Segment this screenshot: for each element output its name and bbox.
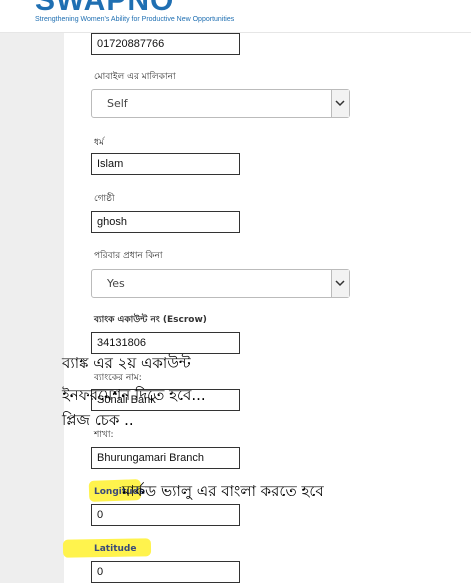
app-header: SWAPNO Strengthening Women's Ability for… (0, 0, 471, 33)
logo-tagline: Strengthening Women's Ability for Produc… (35, 16, 235, 23)
latitude-field[interactable] (91, 561, 240, 583)
review-note-line-3: প্লিজ চেক .. (62, 411, 134, 429)
household-head-value: Yes (107, 277, 125, 290)
chevron-down-icon[interactable] (331, 90, 349, 117)
longitude-field[interactable] (91, 504, 240, 526)
mobile-owner-label: মোবাইল এর মালিকানা (94, 72, 176, 82)
mobile-owner-value: Self (107, 97, 128, 110)
bank-account-field[interactable] (91, 332, 240, 354)
left-sidebar (0, 33, 64, 583)
review-note-line-2: ইনফরমেশন দিতে হবে... (62, 386, 206, 404)
clan-label: গোষ্ঠী (94, 194, 115, 204)
branch-field[interactable] (91, 447, 240, 469)
household-head-select[interactable]: Yes (91, 269, 350, 298)
chevron-down-icon[interactable] (331, 270, 349, 297)
latitude-label: Latitude (94, 544, 137, 554)
household-head-label: পরিবার প্রধান কিনা (94, 251, 163, 261)
religion-field[interactable] (91, 153, 240, 175)
review-note-line-1: ব্যাঙ্ক এর ২য় একাউন্ট (62, 354, 191, 372)
clan-field[interactable] (91, 211, 240, 233)
review-note-translation: মার্কড ভ্যালু এর বাংলা করতে হবে (122, 482, 324, 500)
mobile-owner-select[interactable]: Self (91, 89, 350, 118)
bank-account-label: ব্যাংক একাউন্ট নং (Escrow) (94, 315, 207, 325)
mobile-number-field[interactable] (91, 33, 240, 55)
religion-label: ধর্ম (94, 138, 105, 148)
